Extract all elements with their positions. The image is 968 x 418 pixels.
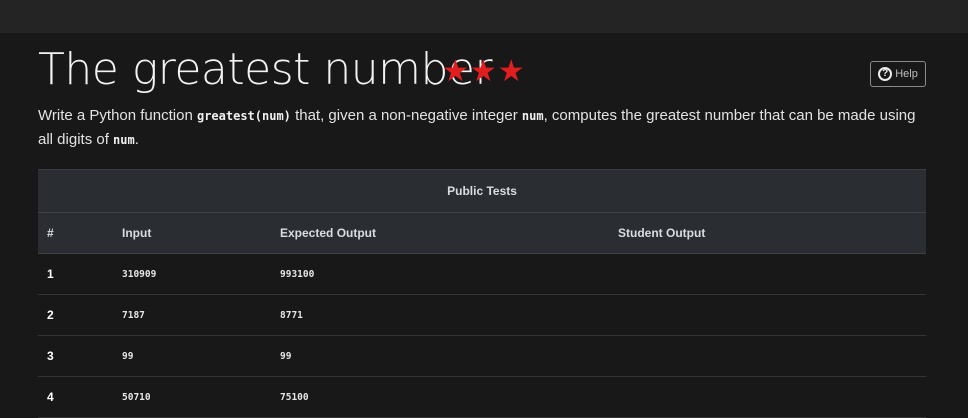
description-text: that, given a non-negative integer — [290, 107, 522, 124]
cell-input: 310909 — [122, 253, 280, 295]
cell-student-output — [618, 335, 927, 377]
table-row: 1 310909 993100 — [38, 253, 927, 295]
code-param: num — [521, 109, 544, 123]
cell-number: 4 — [38, 376, 122, 418]
table-caption: Public Tests — [38, 169, 927, 213]
table-header-row: # Input Expected Output Student Output — [38, 212, 927, 254]
help-button[interactable]: ? Help — [870, 61, 926, 87]
public-tests-table: Public Tests # Input Expected Output Stu… — [38, 169, 927, 418]
table-body: 1 310909 993100 2 7187 8771 3 99 99 4 50710 75100 — [38, 253, 927, 418]
help-label: Help — [895, 68, 918, 80]
column-header-number: # — [38, 212, 122, 254]
column-header-expected: Expected Output — [280, 212, 618, 254]
cell-number: 1 — [38, 253, 122, 295]
cell-student-output — [618, 253, 927, 295]
column-header-input: Input — [122, 212, 280, 254]
page-title: The greatest number — [38, 44, 493, 95]
cell-input: 99 — [122, 335, 280, 377]
table-row: 2 7187 8771 — [38, 294, 927, 336]
table-row: 4 50710 75100 — [38, 376, 927, 418]
description-text: Write a Python function — [38, 107, 197, 124]
cell-input: 50710 — [122, 376, 280, 418]
cell-number: 3 — [38, 335, 122, 377]
cell-student-output — [618, 294, 927, 336]
cell-expected: 75100 — [280, 376, 618, 418]
question-circle-icon: ? — [878, 67, 893, 81]
title-row: The greatest number ★★★ ? Help — [38, 42, 926, 98]
cell-student-output — [618, 376, 927, 418]
top-navbar — [0, 0, 968, 33]
cell-number: 2 — [38, 294, 122, 336]
code-function-name: greatest(num) — [196, 109, 291, 123]
cell-input: 7187 — [122, 294, 280, 336]
description-text: . — [134, 131, 139, 148]
difficulty-stars: ★★★ — [442, 55, 526, 88]
code-param: num — [113, 133, 135, 147]
table-row: 3 99 99 — [38, 335, 927, 377]
cell-expected: 993100 — [280, 253, 618, 295]
column-header-student: Student Output — [618, 212, 927, 254]
cell-expected: 99 — [280, 335, 618, 377]
problem-description: Write a Python function greatest(num) th… — [38, 104, 918, 152]
cell-expected: 8771 — [280, 294, 618, 336]
